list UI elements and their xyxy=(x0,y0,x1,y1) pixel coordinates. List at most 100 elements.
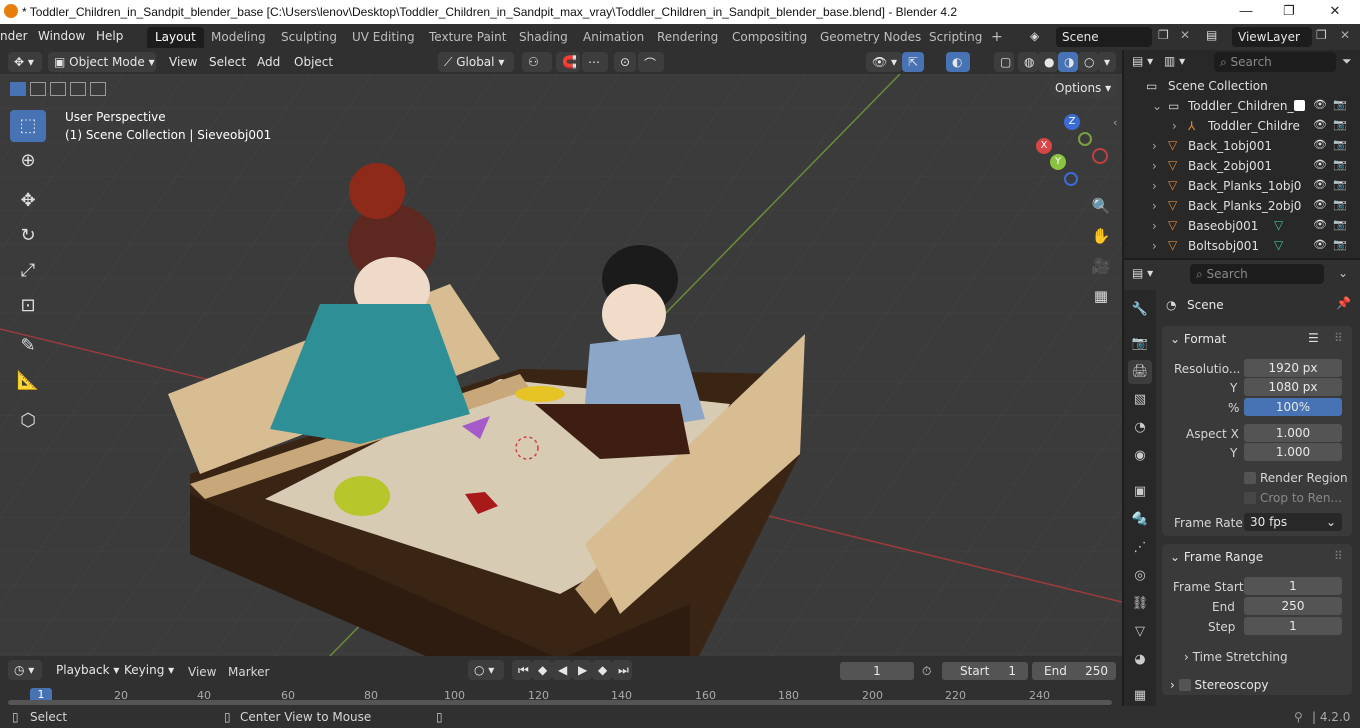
expand-arrow-icon[interactable]: › xyxy=(1152,179,1157,193)
resolution-percentage-field[interactable]: 100% xyxy=(1244,398,1342,416)
camera-icon[interactable]: 📷 xyxy=(1332,218,1348,231)
camera-icon[interactable]: 📷 xyxy=(1332,238,1348,251)
delete-view-layer-icon[interactable]: ✕ xyxy=(1340,28,1350,42)
sidebar-toggle-icon[interactable]: ‹ xyxy=(1113,116,1117,129)
current-frame-field[interactable]: 1 xyxy=(840,662,914,680)
camera-icon[interactable]: 📷 xyxy=(1332,118,1348,131)
tab-modeling[interactable]: Modeling xyxy=(203,27,274,48)
select-mode-invert-icon[interactable] xyxy=(70,82,86,96)
maximize-button[interactable]: ❐ xyxy=(1279,3,1299,21)
expand-arrow-icon[interactable]: › xyxy=(1152,139,1157,153)
tool-tab-icon[interactable]: 🔧 xyxy=(1128,298,1152,322)
outliner-row[interactable]: › ▽ Baseobj001 ▽ 👁 📷 xyxy=(1124,216,1360,236)
close-button[interactable]: ✕ xyxy=(1325,3,1345,21)
shading-options-dropdown[interactable]: ▾ xyxy=(1098,52,1116,72)
jump-end-button[interactable]: ⏭ xyxy=(612,660,632,680)
select-mode-extend-icon[interactable] xyxy=(30,82,46,96)
object-mode-dropdown[interactable]: ▣ Object Mode ▾ xyxy=(48,52,156,72)
aspect-x-field[interactable]: 1.000 xyxy=(1244,424,1342,442)
pivot-dropdown[interactable]: ⚇ xyxy=(522,52,552,72)
render-region-checkbox[interactable] xyxy=(1244,472,1256,484)
eye-icon[interactable]: 👁 xyxy=(1312,118,1328,131)
snap-toggle[interactable]: 🧲 xyxy=(556,52,580,72)
crop-checkbox[interactable] xyxy=(1244,492,1256,504)
scene-icon[interactable]: ◈ xyxy=(1030,29,1039,43)
expand-arrow-icon[interactable]: › xyxy=(1152,199,1157,213)
eye-icon[interactable]: 👁 xyxy=(1312,178,1328,191)
drag-handle-icon[interactable]: ⠿ xyxy=(1334,331,1343,345)
jump-keyframe-forward-button[interactable]: ◆ xyxy=(592,660,612,680)
add-workspace-icon[interactable]: + xyxy=(991,29,1003,45)
eye-icon[interactable]: 👁 xyxy=(1312,158,1328,171)
include-checkbox[interactable] xyxy=(1294,100,1305,111)
minimize-button[interactable]: — xyxy=(1236,3,1256,21)
scene-tab-icon[interactable]: ◔ xyxy=(1128,416,1152,440)
camera-icon[interactable]: 📷 xyxy=(1332,158,1348,171)
scale-tool[interactable]: ⤢ xyxy=(10,255,46,287)
world-tab-icon[interactable]: ◉ xyxy=(1128,444,1152,468)
frame-end-field[interactable]: 250 xyxy=(1244,597,1342,615)
axis-neg-y-icon[interactable] xyxy=(1078,132,1092,146)
expand-arrow-icon[interactable]: › xyxy=(1152,239,1157,253)
axis-neg-z-icon[interactable] xyxy=(1064,172,1078,186)
camera-icon[interactable]: 📷 xyxy=(1332,138,1348,151)
expand-arrow-icon[interactable]: › xyxy=(1152,219,1157,233)
tab-scripting[interactable]: Scripting xyxy=(921,27,990,48)
frame-range-header[interactable]: ⌄ Frame Range xyxy=(1170,550,1263,564)
properties-options-icon[interactable]: ⌄ xyxy=(1338,266,1348,280)
eye-icon[interactable]: 👁 xyxy=(1312,238,1328,251)
jump-keyframe-back-button[interactable]: ◆ xyxy=(532,660,552,680)
eye-icon[interactable]: 👁 xyxy=(1312,138,1328,151)
outliner-editor-icon[interactable]: ▤ ▾ xyxy=(1132,54,1153,68)
marker-menu[interactable]: Marker xyxy=(228,665,269,679)
delete-scene-icon[interactable]: ✕ xyxy=(1180,28,1190,42)
menu-select[interactable]: Select xyxy=(209,55,246,69)
format-panel-header[interactable]: ⌄ Format xyxy=(1170,332,1226,346)
data-tab-icon[interactable]: ▽ xyxy=(1128,620,1152,644)
play-button[interactable]: ▶ xyxy=(572,660,592,680)
outliner-row[interactable]: › ⅄ Toddler_Childre 👁 📷 xyxy=(1124,116,1360,136)
tab-layout[interactable]: Layout xyxy=(147,27,204,48)
navigation-gizmo[interactable]: Z X Y xyxy=(1030,114,1110,194)
resolution-y-field[interactable]: 1080 px xyxy=(1244,378,1342,396)
outliner-row[interactable]: ⌄ ▭ Toddler_Children_i 👁 📷 xyxy=(1124,96,1360,116)
rotate-tool[interactable]: ↻ xyxy=(10,220,46,252)
camera-icon[interactable]: 📷 xyxy=(1332,98,1348,111)
filter-icon[interactable]: ⏷ xyxy=(1342,54,1352,69)
material-tab-icon[interactable]: ◕ xyxy=(1128,648,1152,672)
menu-view[interactable]: View xyxy=(169,55,197,69)
add-cube-tool[interactable]: ⬡ xyxy=(10,405,46,437)
outliner-row[interactable]: › ▽ Back_Planks_1obj0 👁 📷 xyxy=(1124,176,1360,196)
select-mode-new-icon[interactable] xyxy=(10,82,26,96)
tab-texture-paint[interactable]: Texture Paint xyxy=(421,27,514,48)
pin-icon[interactable]: 📌 xyxy=(1336,296,1351,310)
shading-rendered-button[interactable]: ○ xyxy=(1078,52,1098,72)
cursor-tool[interactable]: ⊕ xyxy=(10,145,46,177)
stereoscopy-panel[interactable]: › Stereoscopy xyxy=(1162,673,1352,695)
3d-viewport[interactable]: User Perspective (1) Scene Collection | … xyxy=(0,74,1122,656)
resolution-x-field[interactable]: 1920 px xyxy=(1244,359,1342,377)
keying-menu[interactable]: Keying ▾ xyxy=(118,660,178,680)
eye-icon[interactable]: 👁 xyxy=(1312,198,1328,211)
ortho-grid-icon[interactable]: ▦ xyxy=(1087,282,1115,310)
shading-solid-button[interactable]: ● xyxy=(1038,52,1058,72)
outliner-row[interactable]: › ▽ Back_Planks_2obj0 👁 📷 xyxy=(1124,196,1360,216)
axis-x-icon[interactable]: X xyxy=(1036,138,1052,154)
editor-type-button[interactable]: ✥ ▾ xyxy=(8,52,42,72)
jump-start-button[interactable]: ⏮ xyxy=(512,660,532,680)
new-view-layer-icon[interactable]: ❐ xyxy=(1316,28,1327,42)
menu-help[interactable]: Help xyxy=(96,29,123,43)
pan-hand-icon[interactable]: ✋ xyxy=(1087,222,1115,250)
overlays-toggle[interactable]: ◐ xyxy=(946,52,970,72)
view-layer-tab-icon[interactable]: ▧ xyxy=(1128,388,1152,412)
tab-shading[interactable]: Shading xyxy=(511,27,576,48)
eye-icon[interactable]: 👁 xyxy=(1312,98,1328,111)
camera-view-icon[interactable]: 🎥 xyxy=(1087,252,1115,280)
outliner-root[interactable]: ▭ Scene Collection xyxy=(1124,76,1360,96)
camera-icon[interactable]: 📷 xyxy=(1332,178,1348,191)
presets-list-icon[interactable]: ☰ xyxy=(1308,331,1319,345)
output-tab-icon[interactable]: 🖨 xyxy=(1128,360,1152,384)
xray-toggle[interactable]: ▢ xyxy=(994,52,1014,72)
render-tab-icon[interactable]: 📷 xyxy=(1128,332,1152,356)
camera-icon[interactable]: 📷 xyxy=(1332,198,1348,211)
